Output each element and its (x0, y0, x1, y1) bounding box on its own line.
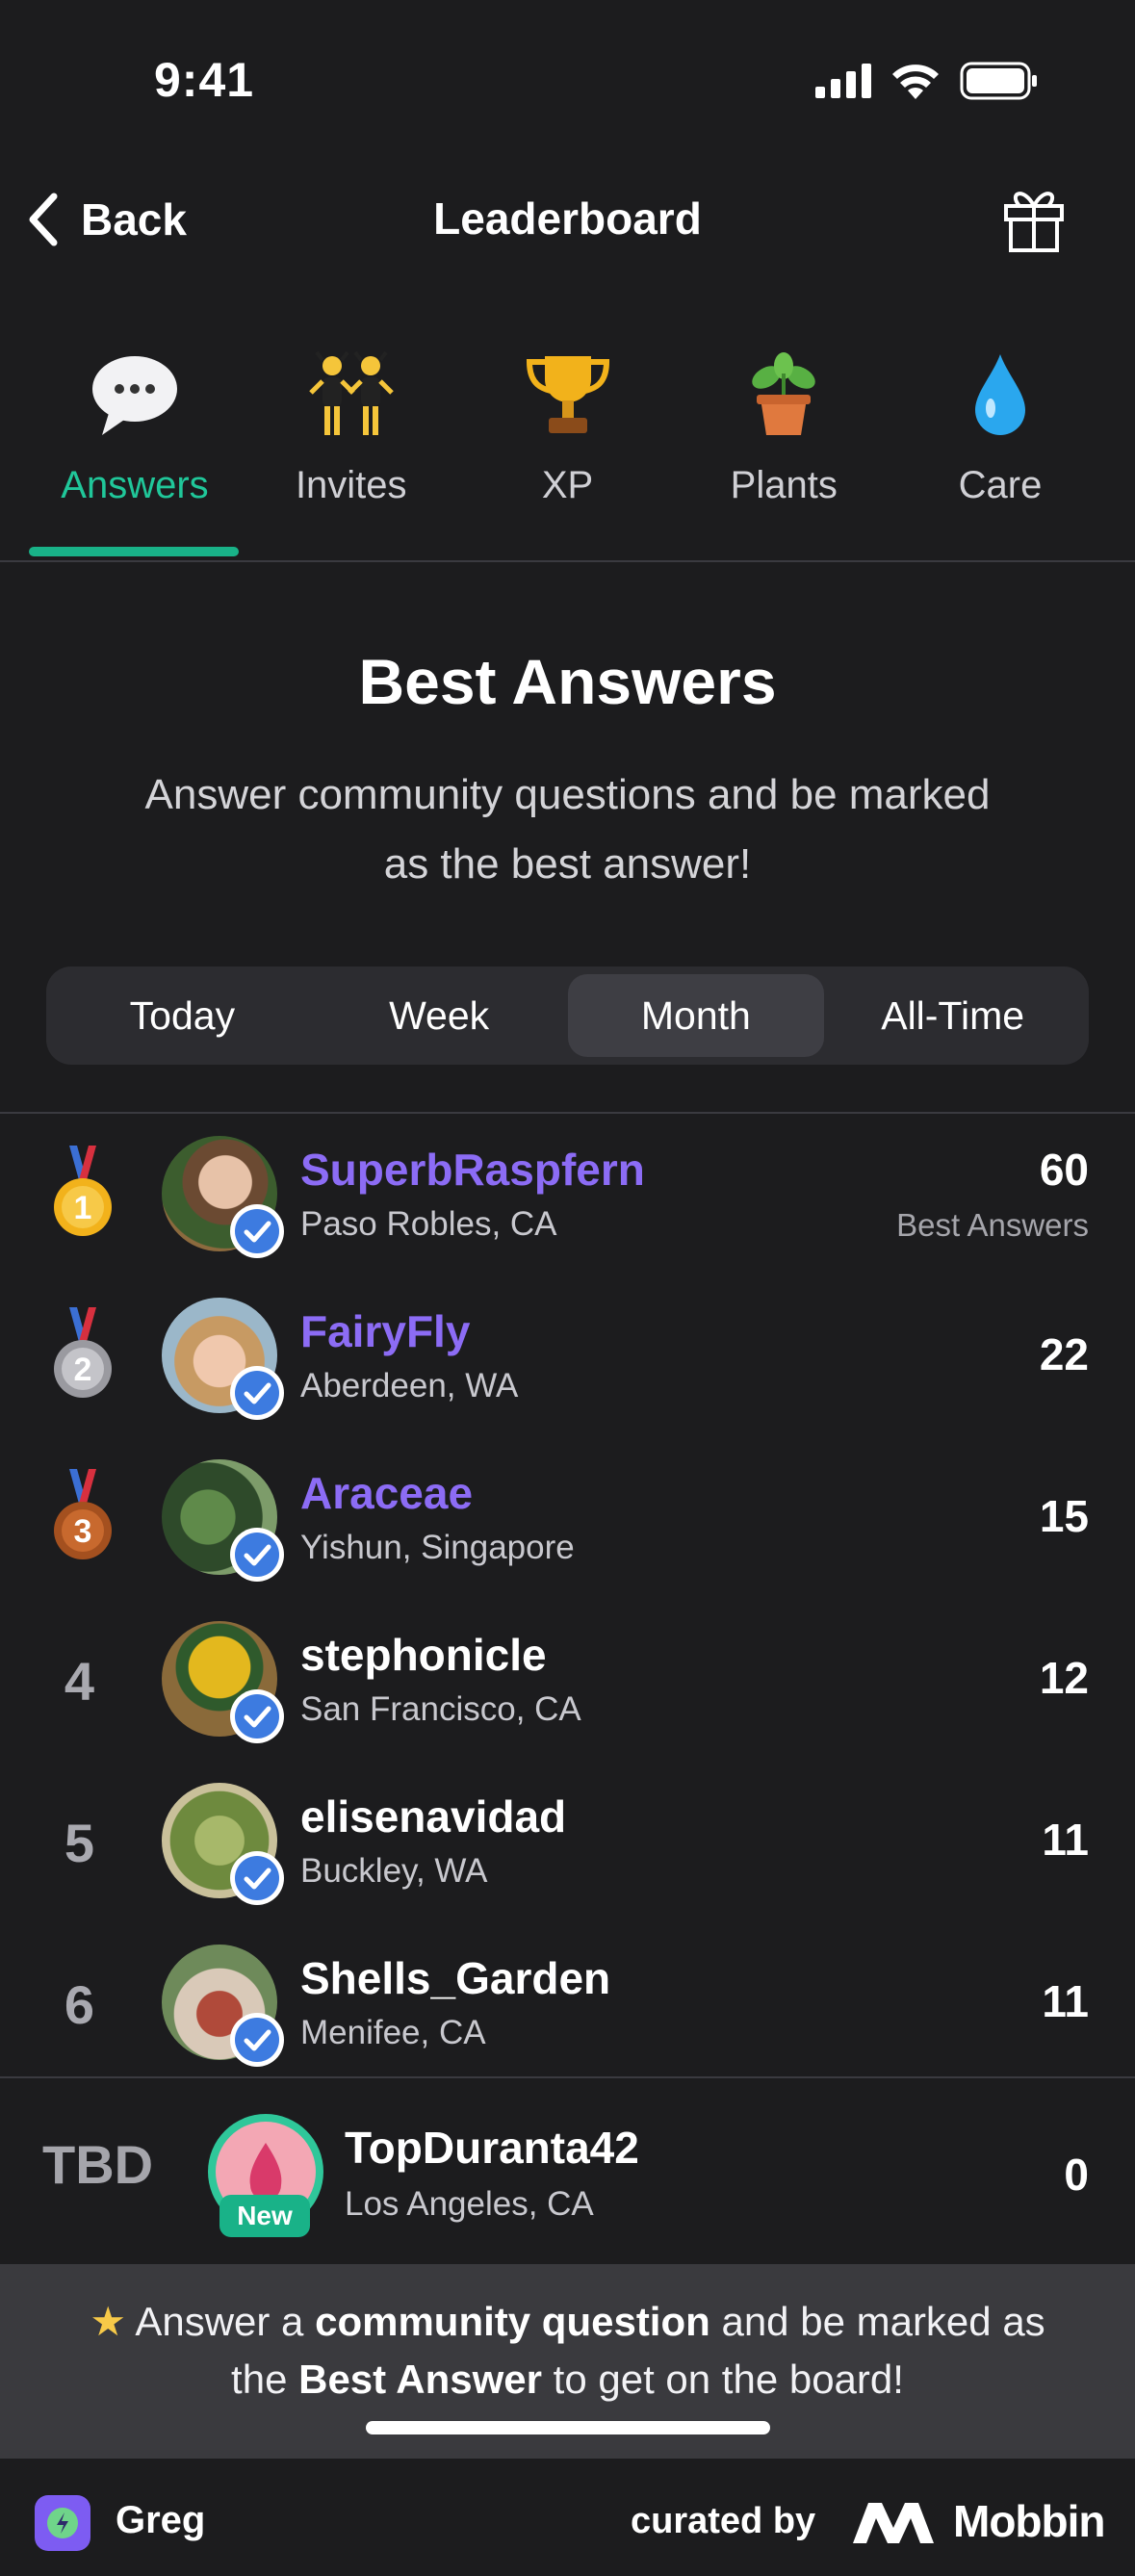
status-bar: 9:41 (0, 0, 1135, 164)
tab-xp[interactable]: XP (462, 347, 674, 560)
period-month[interactable]: Month (567, 974, 825, 1057)
username: stephonicle (300, 1630, 547, 1680)
new-badge: New (219, 2195, 310, 2237)
back-button[interactable]: Back (23, 191, 187, 248)
user-location: Paso Robles, CA (300, 1205, 557, 1243)
leaderboard-row[interactable]: 2 FairyFly Aberdeen, WA 22 (0, 1278, 1135, 1440)
category-tabs: Answers Invites XP Plants Care (29, 347, 1106, 560)
period-week[interactable]: Week (311, 974, 568, 1057)
home-indicator[interactable] (366, 2421, 770, 2434)
svg-text:2: 2 (74, 1352, 92, 1388)
watermark-bar: Greg curated by Mobbin (0, 2460, 1135, 2576)
user-score: 15 (1039, 1491, 1089, 1541)
tab-invites[interactable]: Invites (245, 347, 457, 560)
brand-name: Mobbin (953, 2496, 1105, 2546)
current-user-rank: TBD (42, 2134, 154, 2195)
user-score: 12 (1039, 1653, 1089, 1703)
tab-answers-label: Answers (61, 464, 209, 506)
chevron-left-icon (29, 193, 58, 246)
verified-badge-icon (230, 1528, 284, 1582)
cta-bold-2: Best Answer (298, 2357, 542, 2402)
tab-plants[interactable]: Plants (678, 347, 890, 560)
tab-care-label: Care (958, 464, 1043, 506)
status-icons (815, 62, 1039, 100)
list-divider (0, 2076, 1135, 2078)
verified-badge-icon (230, 2013, 284, 2067)
score-caption: Best Answers (896, 1207, 1089, 1243)
user-location: Aberdeen, WA (300, 1367, 519, 1404)
cta-part-1: Answer a (135, 2299, 316, 2344)
trophy-icon (520, 347, 616, 443)
gold-medal-icon: 1 (54, 1146, 112, 1236)
leaderboard-row[interactable]: 5 elisenavidad Buckley, WA 11 (0, 1764, 1135, 1925)
back-label: Back (81, 194, 187, 245)
bronze-medal-icon: 3 (54, 1469, 112, 1559)
user-score: 22 (1039, 1329, 1089, 1379)
svg-text:1: 1 (74, 1190, 92, 1226)
app-name: Greg (116, 2499, 206, 2541)
verified-badge-icon (230, 1689, 284, 1743)
verified-badge-icon (230, 1204, 284, 1258)
username: SuperbRaspfern (300, 1145, 645, 1195)
user-location: Yishun, Singapore (300, 1529, 575, 1566)
active-tab-indicator (29, 547, 239, 556)
current-user-location: Los Angeles, CA (345, 2185, 594, 2223)
status-time: 9:41 (154, 53, 255, 107)
svg-text:3: 3 (74, 1513, 92, 1550)
section-title: Best Answers (358, 646, 777, 717)
current-user-score: 0 (1064, 2150, 1089, 2200)
period-selector: Today Week Month All-Time (46, 966, 1089, 1065)
username: Shells_Garden (300, 1953, 611, 2003)
leaderboard-list: 1 SuperbRaspfern Paso Robles, CA 60 Best… (0, 1117, 1135, 2087)
user-location: San Francisco, CA (300, 1690, 581, 1728)
rank-number: 4 (64, 1651, 95, 1712)
mobbin-logo-icon (853, 2503, 934, 2543)
section-subtitle: Answer community questions and be marked… (144, 771, 991, 888)
tab-plants-label: Plants (730, 464, 838, 506)
cta-bold-1: community question (315, 2299, 710, 2344)
droplet-icon (952, 347, 1048, 443)
nav-bar: Back Leaderboard (0, 164, 1135, 279)
cta-part-3: to get on the board! (541, 2357, 904, 2402)
tab-care[interactable]: Care (894, 347, 1106, 560)
dancers-icon (303, 347, 400, 443)
verified-badge-icon (230, 1366, 284, 1420)
silver-medal-icon: 2 (54, 1307, 112, 1398)
cta-text: ★ Answer a community question and be mar… (58, 2293, 1077, 2409)
user-location: Buckley, WA (300, 1852, 488, 1890)
star-icon: ★ (90, 2299, 126, 2344)
potted-plant-icon (735, 347, 832, 443)
leaderboard-row[interactable]: 3 Araceae Yishun, Singapore 15 (0, 1440, 1135, 1602)
list-divider (0, 1112, 1135, 1114)
cellular-signal-icon (815, 64, 871, 98)
leaderboard-row[interactable]: 6 Shells_Garden Menifee, CA 11 (0, 1925, 1135, 2087)
tab-answers[interactable]: Answers (29, 347, 241, 560)
battery-icon (960, 62, 1037, 100)
rank-number: 6 (64, 1974, 95, 2035)
period-all-time[interactable]: All-Time (824, 974, 1081, 1057)
username: elisenavidad (300, 1791, 567, 1842)
user-score: 11 (1042, 1815, 1089, 1865)
speech-bubble-icon (87, 347, 183, 443)
rank-number: 5 (64, 1813, 95, 1873)
leaderboard-row[interactable]: 4 stephonicle San Francisco, CA 12 (0, 1602, 1135, 1764)
tab-xp-label: XP (541, 464, 594, 506)
wifi-icon (892, 64, 939, 99)
tab-invites-label: Invites (295, 464, 407, 506)
username: FairyFly (300, 1306, 471, 1356)
tabs-divider (0, 560, 1135, 562)
leaderboard-row[interactable]: 1 SuperbRaspfern Paso Robles, CA 60 Best… (0, 1117, 1135, 1278)
current-user-row[interactable]: TBD New TopDuranta42 Los Angeles, CA 0 (0, 2079, 1135, 2262)
user-score: 11 (1042, 1976, 1089, 2026)
username: Araceae (300, 1468, 474, 1518)
current-user-name: TopDuranta42 (345, 2123, 639, 2173)
gift-icon[interactable] (1000, 183, 1068, 252)
app-icon (35, 2495, 90, 2551)
user-score: 60 (1039, 1145, 1089, 1195)
user-location: Menifee, CA (300, 2014, 486, 2051)
verified-badge-icon (230, 1851, 284, 1905)
curated-by-label: curated by (631, 2501, 816, 2541)
period-today[interactable]: Today (54, 974, 311, 1057)
